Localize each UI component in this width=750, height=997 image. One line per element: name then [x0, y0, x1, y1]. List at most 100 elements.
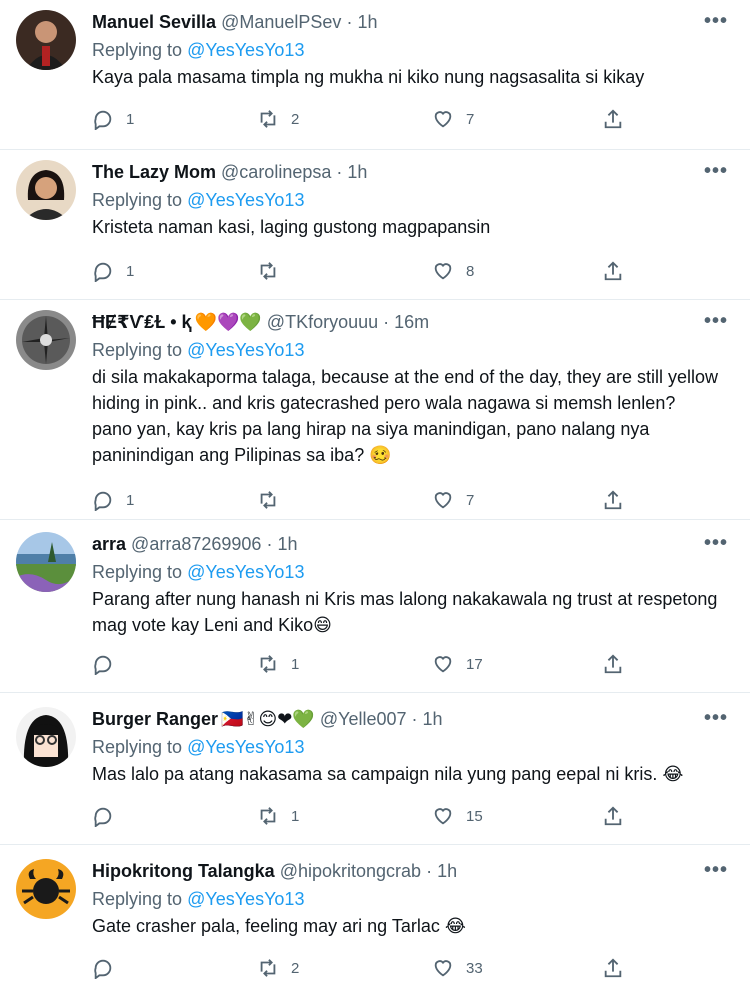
separator: ·	[346, 12, 353, 32]
avatar[interactable]	[16, 310, 76, 370]
more-icon[interactable]: •••	[704, 859, 728, 882]
replying-to: Replying to @YesYesYo13	[92, 887, 304, 911]
more-icon[interactable]: •••	[704, 10, 728, 33]
tweet-header: ĦɆ₹Ѵ₤Ɫ • ⱪ 🧡💜💚 @TKforyouuu · 16m	[92, 310, 690, 335]
tweet[interactable]: ĦɆ₹Ѵ₤Ɫ • ⱪ 🧡💜💚 @TKforyouuu · 16m ••• Repl…	[0, 300, 750, 520]
reply-button[interactable]	[92, 955, 126, 981]
like-button[interactable]: 7	[432, 106, 474, 132]
more-icon[interactable]: •••	[704, 707, 728, 730]
reply-icon	[94, 110, 112, 130]
display-name[interactable]: Manuel Sevilla	[92, 12, 216, 32]
retweet-button[interactable]: 1	[257, 651, 299, 677]
retweet-button[interactable]: 2	[257, 955, 299, 981]
share-button[interactable]	[602, 258, 624, 284]
reply-button[interactable]: 1	[92, 487, 134, 513]
avatar[interactable]	[16, 707, 76, 767]
tweet-text: Gate crasher pala, feeling may ari ng Ta…	[92, 916, 466, 936]
timestamp[interactable]: 1h	[357, 12, 377, 32]
like-count: 7	[466, 491, 475, 509]
user-handle[interactable]: @carolinepsa	[221, 162, 331, 182]
like-count: 15	[466, 807, 483, 825]
replying-prefix: Replying to	[92, 737, 188, 757]
retweet-button[interactable]	[257, 258, 291, 284]
mention-link[interactable]: @YesYesYo13	[187, 40, 304, 60]
reply-icon	[94, 959, 112, 979]
share-button[interactable]	[602, 955, 624, 981]
share-button[interactable]	[602, 651, 624, 677]
avatar[interactable]	[16, 10, 76, 70]
display-name[interactable]: The Lazy Mom	[92, 162, 216, 182]
reply-icon	[94, 262, 112, 282]
user-handle[interactable]: @hipokritongcrab	[280, 861, 421, 881]
heart-icon	[434, 656, 452, 673]
retweet-icon	[260, 655, 276, 673]
share-button[interactable]	[602, 803, 624, 829]
reply-button[interactable]	[92, 651, 126, 677]
retweet-count: 2	[291, 959, 300, 977]
retweet-icon	[260, 491, 276, 509]
share-icon	[604, 806, 622, 826]
tweet[interactable]: arra @arra87269906 · 1h ••• Replying to …	[0, 520, 750, 693]
reply-button[interactable]: 1	[92, 106, 134, 132]
tweet[interactable]: Manuel Sevilla @ManuelPSev · 1h ••• Repl…	[0, 0, 750, 150]
more-icon[interactable]: •••	[704, 160, 728, 183]
mention-link[interactable]: @YesYesYo13	[187, 889, 304, 909]
more-icon[interactable]: •••	[704, 532, 728, 555]
tweet-actions: 1 17	[92, 651, 660, 677]
timestamp[interactable]: 1h	[423, 709, 443, 729]
share-button[interactable]	[602, 106, 624, 132]
user-handle[interactable]: @arra87269906	[131, 534, 261, 554]
heart-icon	[434, 960, 452, 977]
retweet-button[interactable]	[257, 487, 291, 513]
mention-link[interactable]: @YesYesYo13	[187, 737, 304, 757]
user-handle[interactable]: @Yelle007	[320, 709, 407, 729]
share-icon	[604, 958, 622, 978]
mention-link[interactable]: @YesYesYo13	[187, 190, 304, 210]
more-icon[interactable]: •••	[704, 310, 728, 333]
retweet-count: 2	[291, 110, 300, 128]
reply-button[interactable]	[92, 803, 126, 829]
replying-to: Replying to @YesYesYo13	[92, 735, 304, 759]
tweet-text: Parang after nung hanash ni Kris mas lal…	[92, 589, 718, 635]
avatar[interactable]	[16, 859, 76, 919]
display-name[interactable]: Burger Ranger	[92, 709, 218, 729]
timestamp[interactable]: 16m	[394, 312, 429, 332]
retweet-button[interactable]: 2	[257, 106, 299, 132]
heart-icon	[434, 111, 452, 128]
timestamp[interactable]: 1h	[347, 162, 367, 182]
avatar[interactable]	[16, 532, 76, 592]
user-handle[interactable]: @ManuelPSev	[221, 12, 341, 32]
display-name[interactable]: arra	[92, 534, 126, 554]
tweet[interactable]: Hipokritong Talangka @hipokritongcrab · …	[0, 845, 750, 997]
replying-prefix: Replying to	[92, 562, 188, 582]
reply-button[interactable]: 1	[92, 258, 134, 284]
timestamp[interactable]: 1h	[277, 534, 297, 554]
user-handle[interactable]: @TKforyouuu	[267, 312, 378, 332]
like-count: 8	[466, 262, 475, 280]
replying-to: Replying to @YesYesYo13	[92, 38, 304, 62]
timestamp[interactable]: 1h	[437, 861, 457, 881]
replying-prefix: Replying to	[92, 190, 188, 210]
retweet-icon	[260, 807, 276, 825]
name-emoji: 🧡💜💚	[194, 312, 262, 333]
like-count: 17	[466, 655, 483, 673]
replying-prefix: Replying to	[92, 340, 188, 360]
like-button[interactable]: 7	[432, 487, 474, 513]
tweet-actions: 1 8	[92, 258, 660, 284]
replying-to: Replying to @YesYesYo13	[92, 560, 304, 584]
display-name[interactable]: ĦɆ₹Ѵ₤Ɫ • ⱪ	[92, 312, 192, 332]
reply-feed: Manuel Sevilla @ManuelPSev · 1h ••• Repl…	[0, 0, 750, 997]
avatar[interactable]	[16, 160, 76, 220]
like-button[interactable]: 17	[432, 651, 483, 677]
like-button[interactable]: 33	[432, 955, 483, 981]
like-button[interactable]: 8	[432, 258, 474, 284]
tweet[interactable]: Burger Ranger 🇵🇭✌😊❤💚 @Yelle007 · 1h ••• R…	[0, 693, 750, 845]
tweet[interactable]: The Lazy Mom @carolinepsa · 1h ••• Reply…	[0, 150, 750, 300]
share-button[interactable]	[602, 487, 624, 513]
mention-link[interactable]: @YesYesYo13	[187, 562, 304, 582]
display-name[interactable]: Hipokritong Talangka	[92, 861, 275, 881]
retweet-button[interactable]: 1	[257, 803, 299, 829]
like-button[interactable]: 15	[432, 803, 483, 829]
name-emoji: 🇵🇭✌😊❤💚	[221, 709, 315, 730]
mention-link[interactable]: @YesYesYo13	[187, 340, 304, 360]
